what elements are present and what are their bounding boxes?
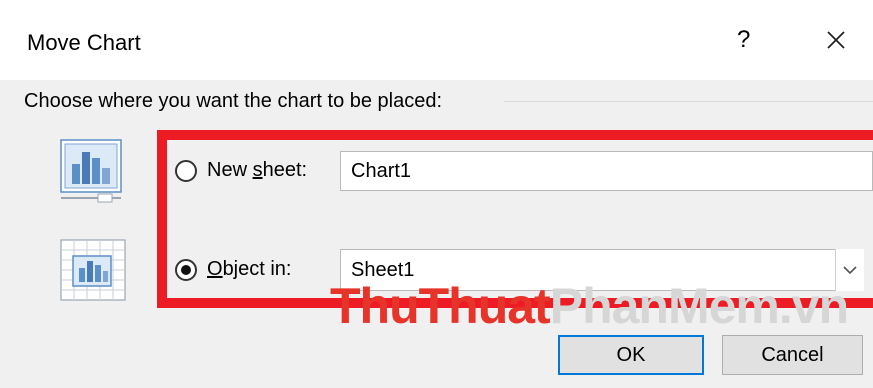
chart-sheet-icon [58, 136, 130, 206]
site-watermark: ThuThuatPhanMem.vn [330, 278, 849, 334]
object-in-radio[interactable] [175, 259, 197, 281]
title-bar: Move Chart ? [0, 0, 873, 80]
cancel-button[interactable]: Cancel [722, 335, 863, 375]
placement-prompt: Choose where you want the chart to be pl… [24, 90, 443, 112]
close-icon [827, 31, 845, 49]
new-sheet-radio[interactable] [175, 160, 197, 182]
new-sheet-label[interactable]: New sheet: [207, 159, 307, 182]
group-divider [504, 101, 873, 102]
new-sheet-name-value: Chart1 [351, 159, 412, 182]
dialog-title: Move Chart [27, 30, 141, 55]
embedded-chart-icon [58, 236, 130, 306]
object-in-label[interactable]: Object in: [207, 258, 292, 281]
new-sheet-name-input[interactable]: Chart1 [340, 151, 873, 191]
close-button[interactable] [818, 24, 854, 60]
help-button[interactable]: ? [737, 26, 750, 54]
ok-button[interactable]: OK [558, 335, 704, 375]
radio-selected-dot [181, 265, 191, 275]
